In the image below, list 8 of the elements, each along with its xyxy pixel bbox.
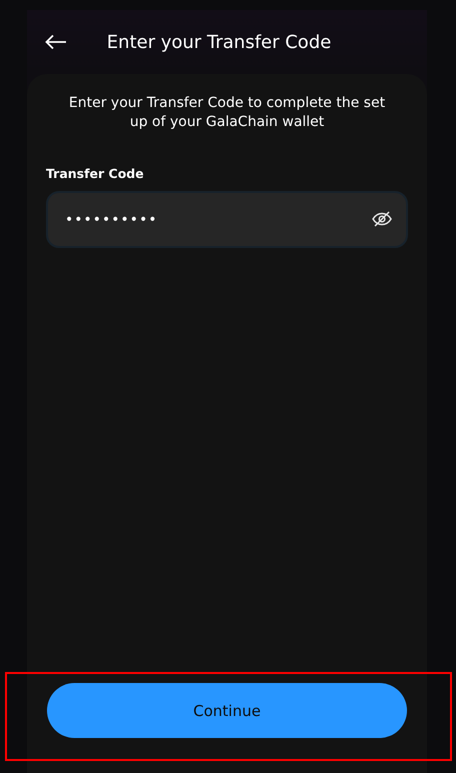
transfer-code-field[interactable]: ••••••••••: [46, 191, 408, 248]
instructions-text: Enter your Transfer Code to complete the set up of your GalaChain wallet: [68, 94, 386, 132]
eye-off-icon[interactable]: [372, 211, 392, 227]
screen-title: Enter your Transfer Code: [106, 32, 332, 52]
field-label: Transfer Code: [46, 166, 144, 181]
back-arrow-icon: [45, 34, 67, 50]
continue-button[interactable]: Continue: [47, 683, 407, 738]
back-button[interactable]: [45, 34, 67, 50]
